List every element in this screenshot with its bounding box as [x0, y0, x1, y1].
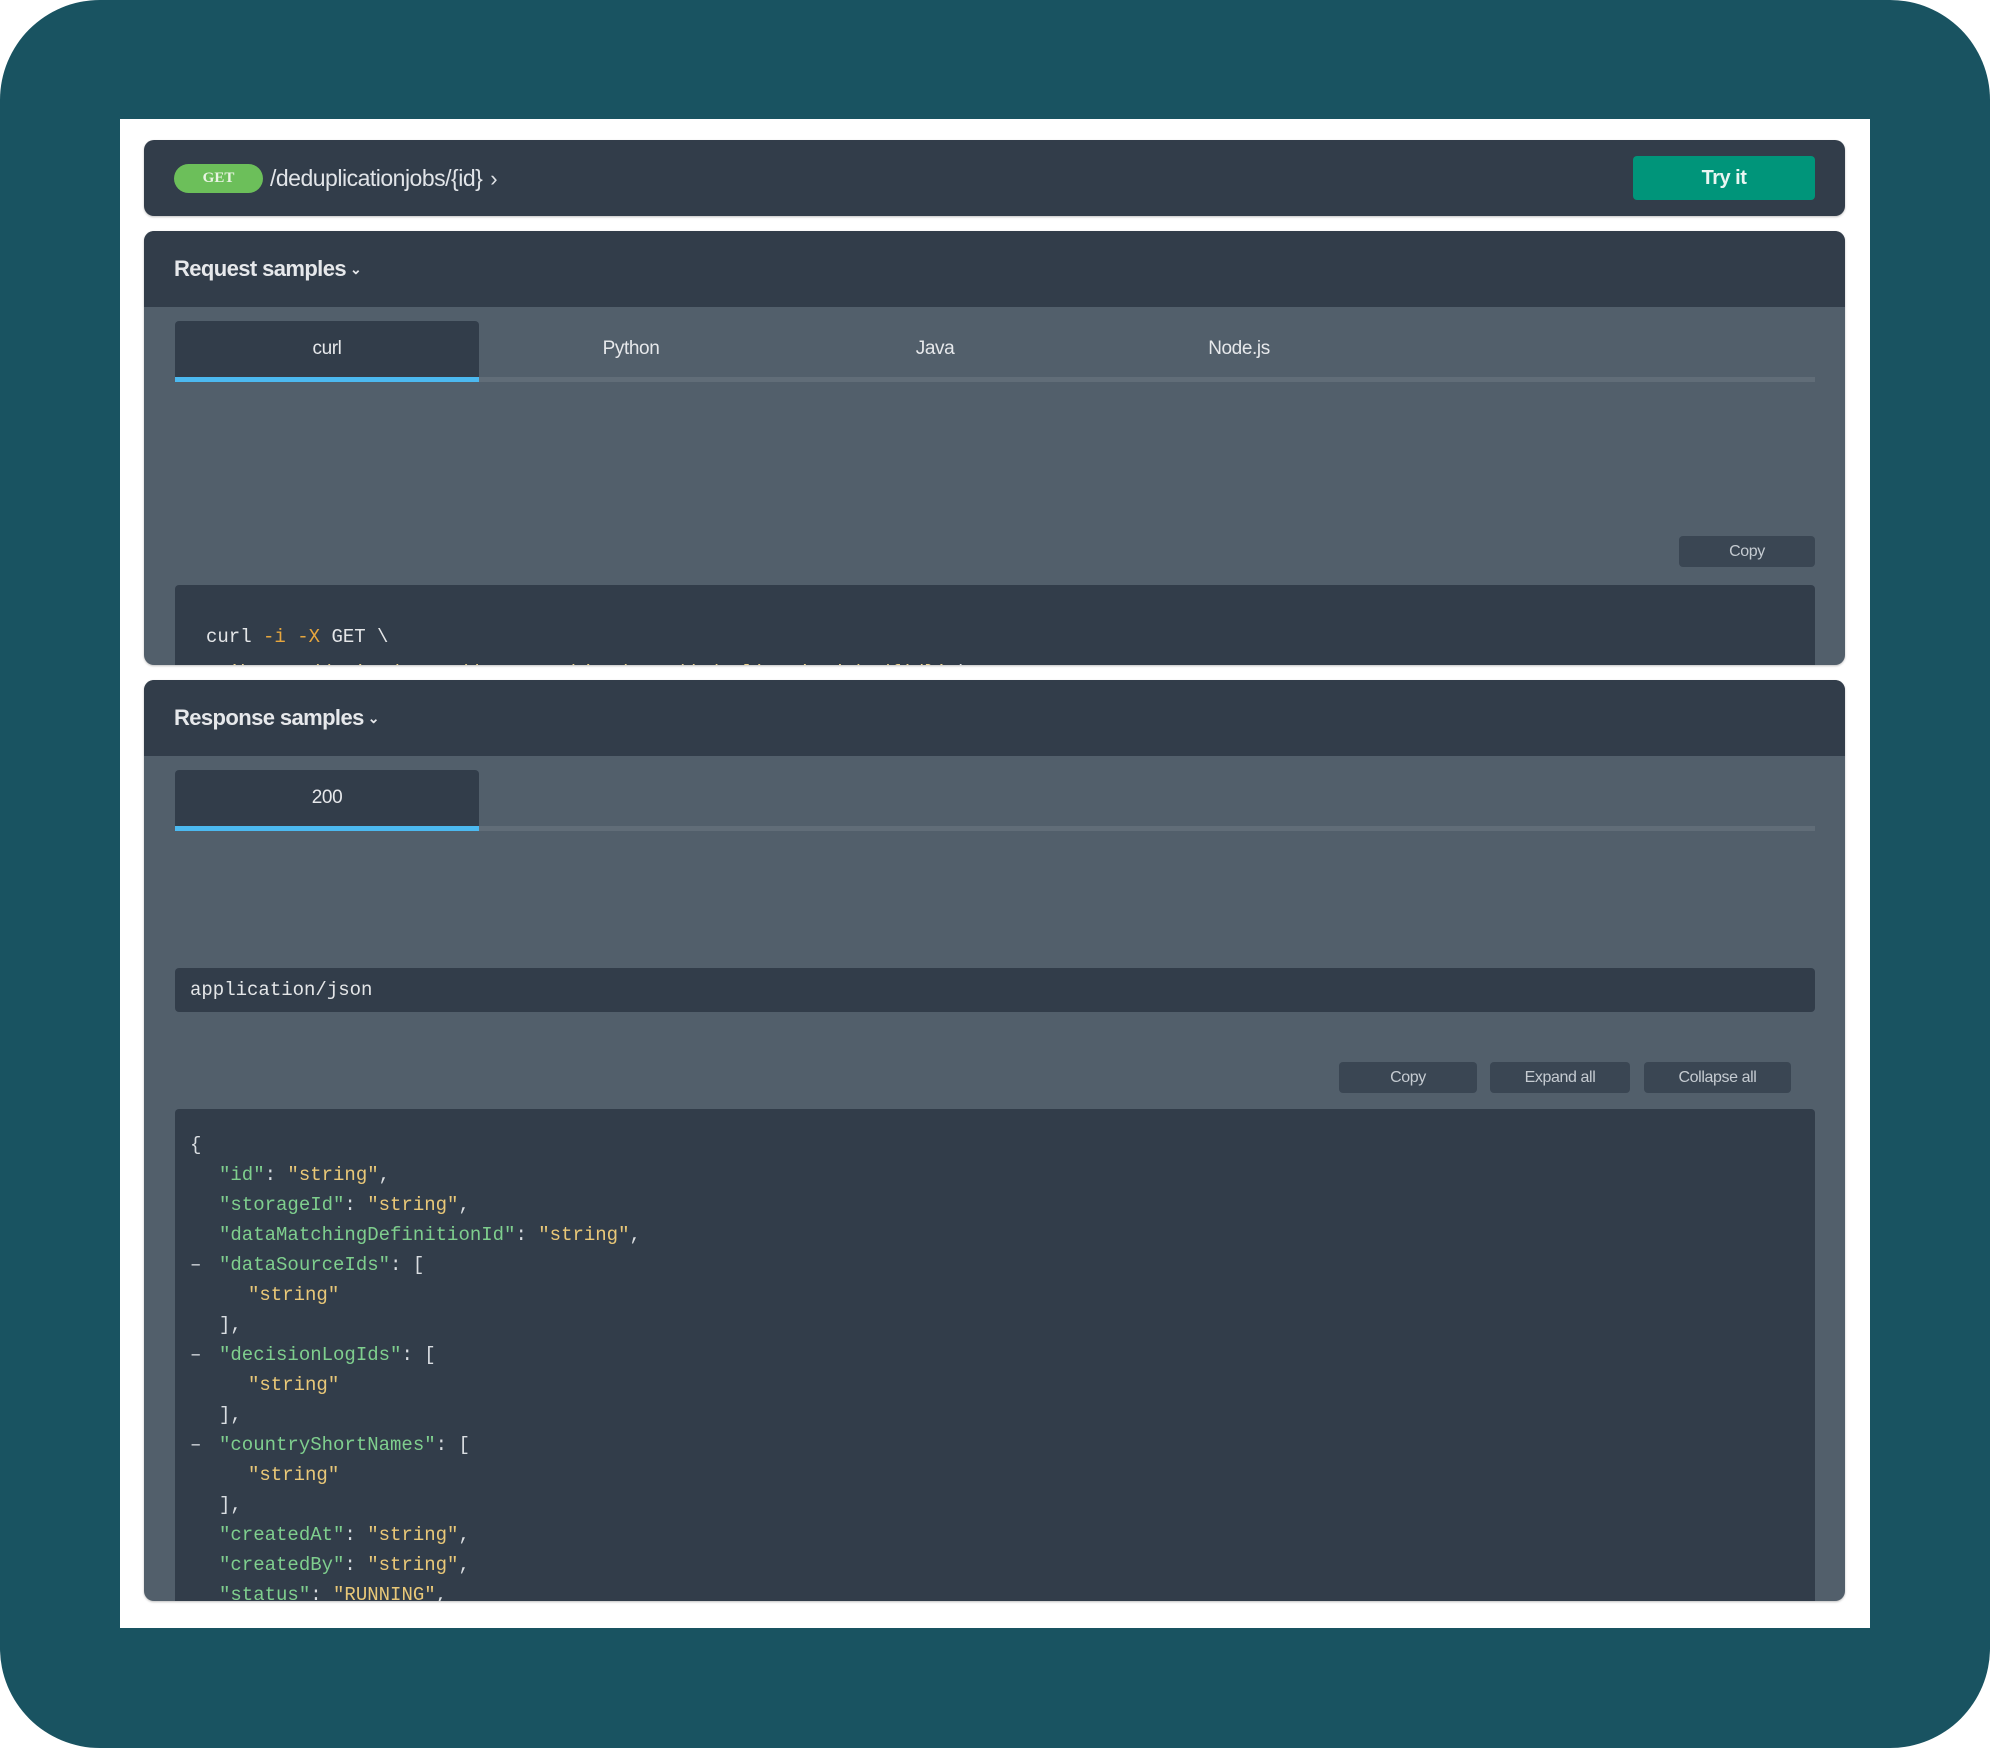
json-field: "dataMatchingDefinitionId": "string", [219, 1224, 641, 1246]
request-copy-button[interactable]: Copy [1679, 536, 1815, 567]
json-array-close: ], [219, 1494, 242, 1516]
request-samples-panel: Request samples ⌄ curl Python Java Node.j… [144, 231, 1845, 665]
chevron-down-icon: ⌄ [367, 710, 380, 726]
endpoint-path[interactable]: /deduplicationjobs/{id} › [270, 160, 498, 197]
response-samples-panel: Response samples ⌄ 200 application/json C… [144, 680, 1845, 1601]
tab-status-200[interactable]: 200 [175, 770, 479, 831]
json-field: "id": "string", [219, 1164, 391, 1186]
tab-nodejs[interactable]: Node.js [1087, 321, 1391, 382]
json-field: – "decisionLogIds": [ [175, 1340, 1815, 1370]
chevron-down-icon: ⌄ [349, 261, 362, 277]
response-samples-header[interactable]: Response samples ⌄ [144, 680, 1845, 756]
tab-curl[interactable]: curl [175, 321, 479, 382]
request-samples-header[interactable]: Request samples ⌄ [144, 231, 1845, 307]
response-status-tabs: 200 [175, 770, 1815, 831]
json-field: "status": "RUNNING", [219, 1584, 448, 1601]
json-field: "createdBy": "string", [219, 1554, 470, 1576]
collapse-all-button[interactable]: Collapse all [1644, 1062, 1791, 1093]
method-badge: GET [174, 164, 263, 193]
json-array-item: "string" [248, 1284, 340, 1306]
json-open-brace: { [190, 1134, 202, 1156]
collapse-toggle-icon[interactable]: – [190, 1340, 201, 1370]
code-line: curl -i -X GET \ [206, 626, 389, 648]
endpoint-bar[interactable]: GET /deduplicationjobs/{id} › Try it [144, 140, 1845, 216]
request-samples-title: Request samples [174, 256, 347, 281]
tab-python[interactable]: Python [479, 321, 783, 382]
json-field: "storageId": "string", [219, 1194, 470, 1216]
api-docs-canvas: GET /deduplicationjobs/{id} › Try it Requ… [120, 119, 1870, 1628]
collapse-toggle-icon[interactable]: – [190, 1250, 201, 1280]
json-field: – "dataSourceIds": [ [175, 1250, 1815, 1280]
chevron-right-icon: › [490, 166, 498, 191]
json-array-item: "string" [248, 1374, 340, 1396]
json-field: "createdAt": "string", [219, 1524, 470, 1546]
tab-java[interactable]: Java [783, 321, 1087, 382]
request-language-tabs: curl Python Java Node.js [175, 321, 1815, 382]
endpoint-path-text: /deduplicationjobs/{id} [270, 165, 483, 191]
request-code-block[interactable]: curl -i -X GET \ 'https://api.cdq.com/da… [175, 585, 1815, 665]
response-samples-title: Response samples [174, 705, 364, 730]
json-array-close: ], [219, 1404, 242, 1426]
content-type-selector[interactable]: application/json [175, 968, 1815, 1012]
code-line: 'https://api.cdq.com/data-matching/rest/… [206, 655, 1815, 665]
collapse-toggle-icon[interactable]: – [190, 1430, 201, 1460]
expand-all-button[interactable]: Expand all [1490, 1062, 1630, 1093]
response-copy-button[interactable]: Copy [1339, 1062, 1477, 1093]
json-array-item: "string" [248, 1464, 340, 1486]
try-it-button[interactable]: Try it [1633, 156, 1815, 200]
response-json-block[interactable]: { "id": "string", "storageId": "string", "… [175, 1109, 1815, 1601]
json-array-close: ], [219, 1314, 242, 1336]
json-field: – "countryShortNames": [ [175, 1430, 1815, 1460]
